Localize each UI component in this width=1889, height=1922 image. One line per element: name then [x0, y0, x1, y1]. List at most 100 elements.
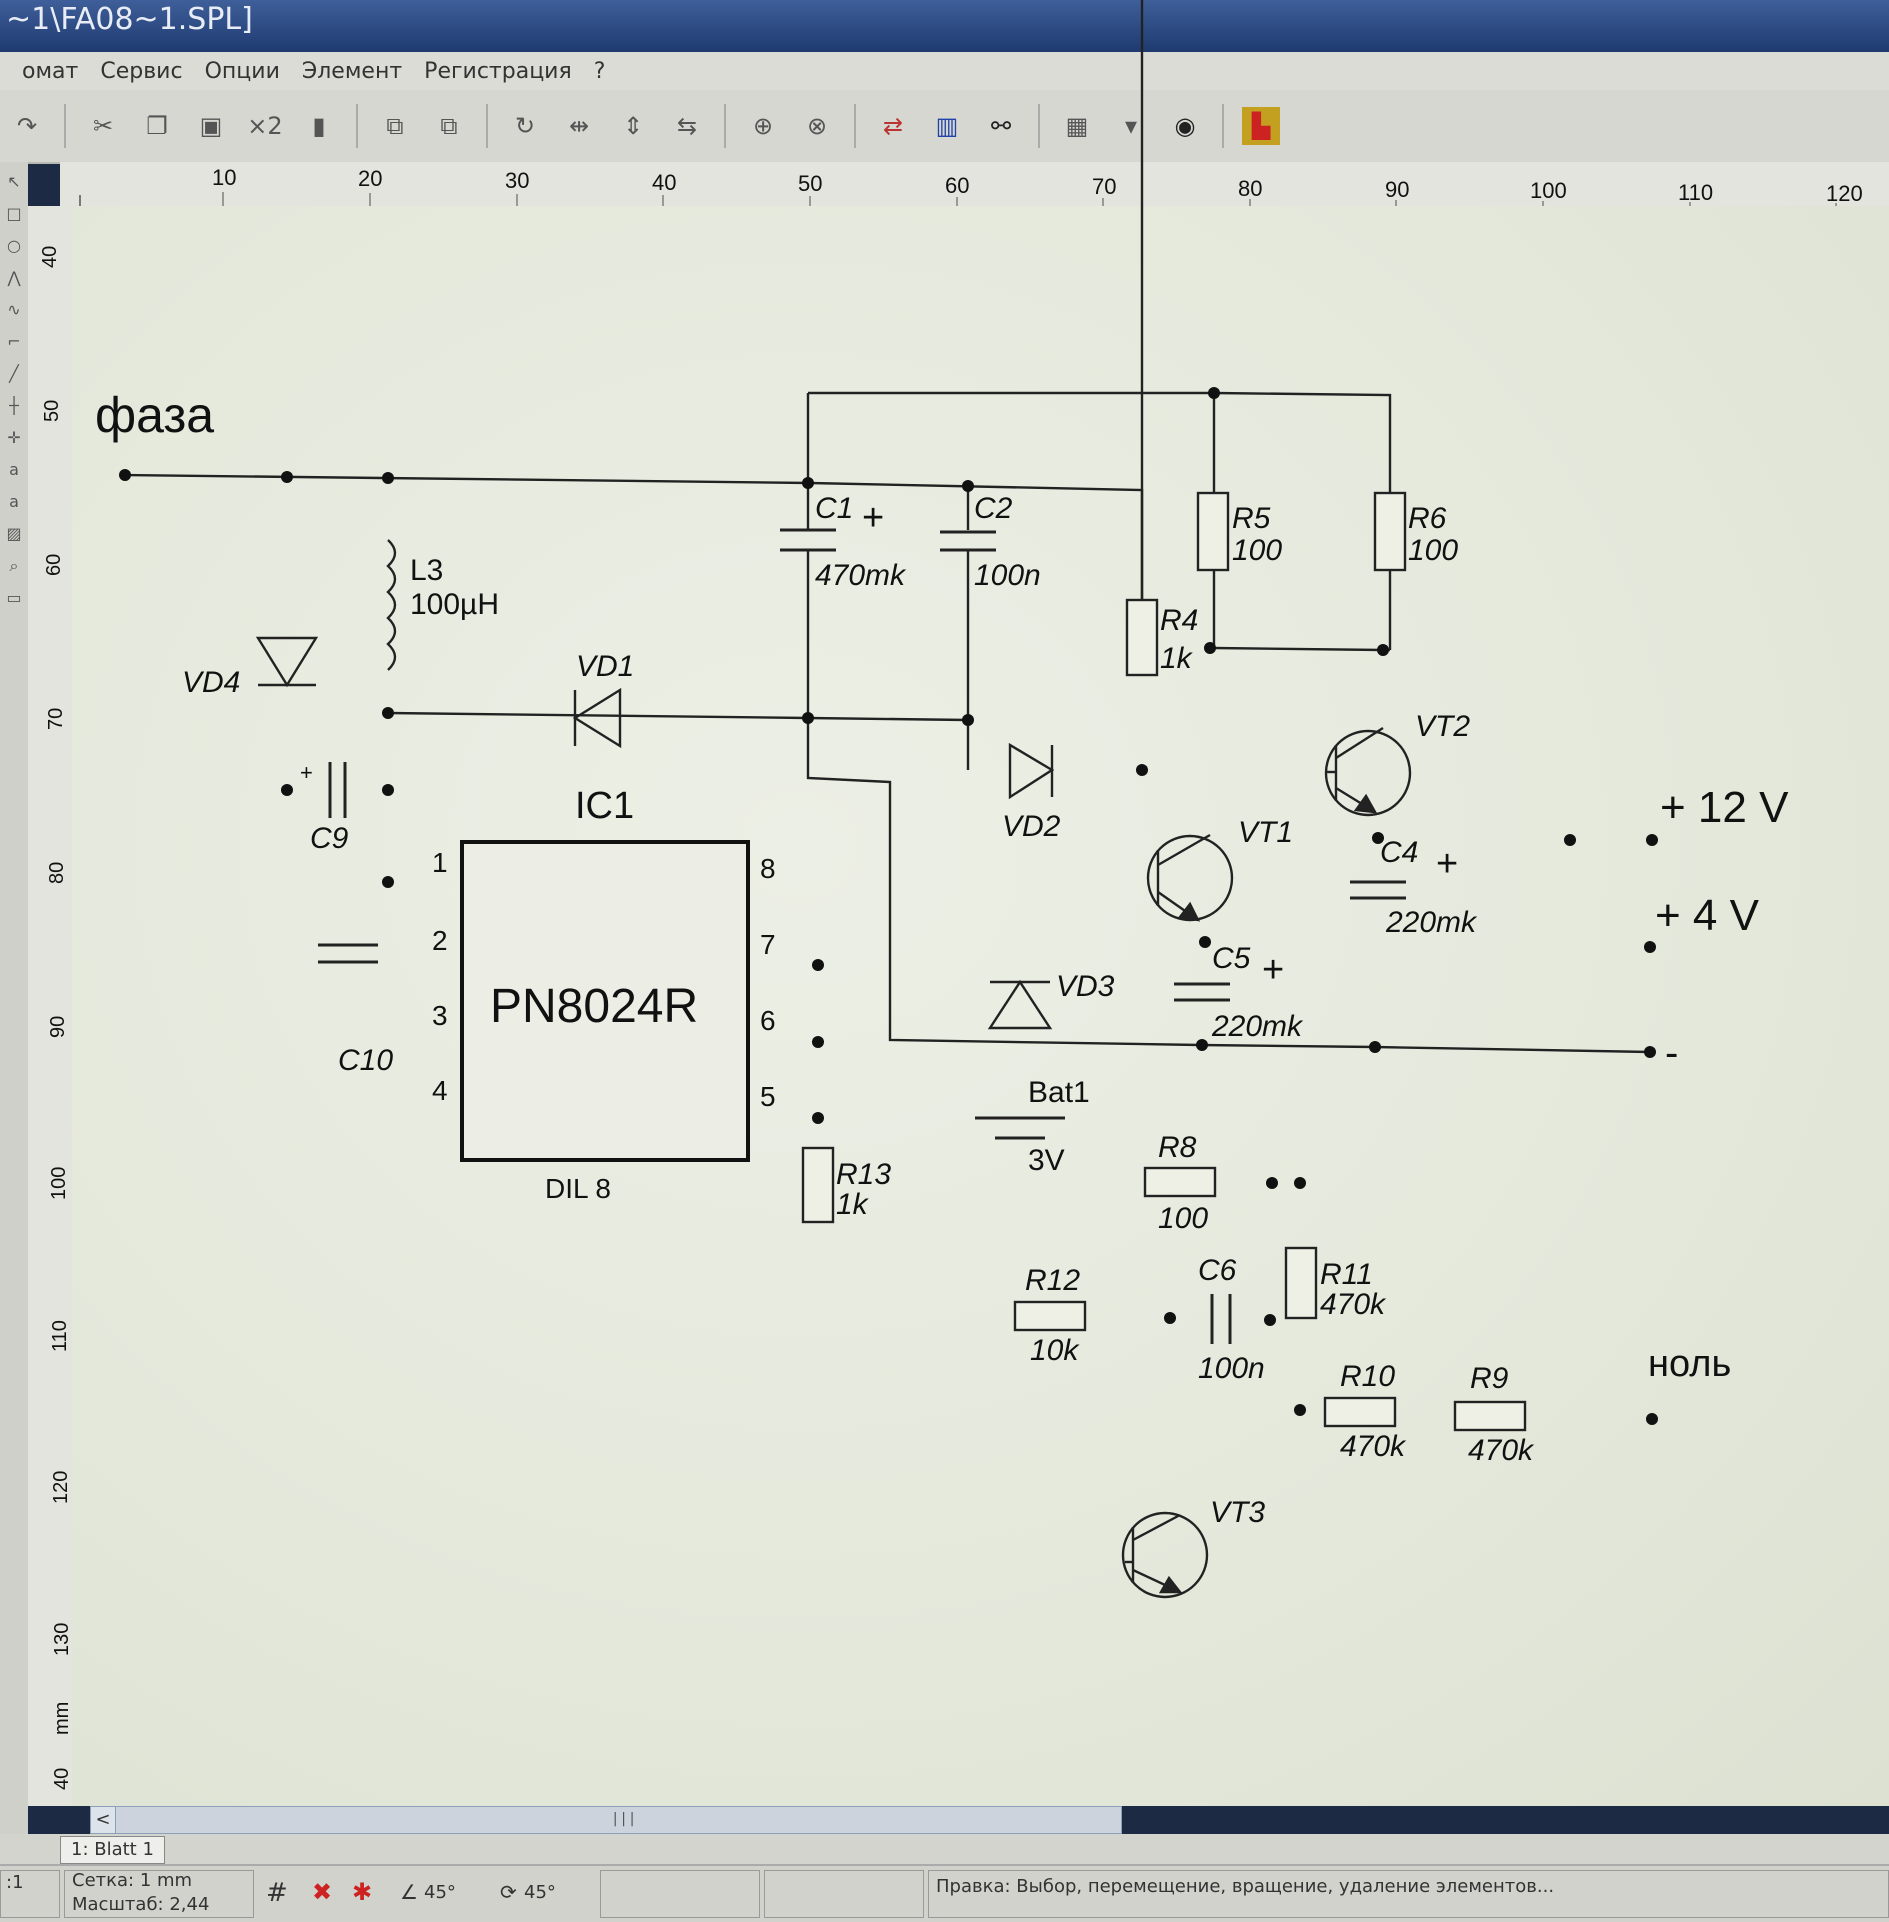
capacitor-c9[interactable]	[328, 762, 347, 818]
r11-value: 470k	[1320, 1288, 1387, 1321]
c1-value: 470mk	[815, 559, 907, 592]
inductor-l3[interactable]	[386, 539, 397, 671]
r4-ref: R4	[1160, 604, 1198, 637]
ruler-unit-label: mm	[51, 1702, 73, 1735]
transistor-vt3[interactable]	[1121, 1511, 1209, 1599]
diode-vd2[interactable]	[1008, 742, 1055, 800]
status-panel	[600, 1870, 760, 1918]
status-angle-2[interactable]: 45°	[524, 1882, 556, 1903]
transistor-vt2[interactable]	[1324, 726, 1412, 817]
rotate-angle-icon: ⟳	[500, 1880, 517, 1904]
status-panel	[764, 1870, 924, 1918]
capacitor-c10[interactable]	[318, 943, 378, 964]
r8-value: 100	[1158, 1202, 1208, 1235]
vt2-ref: VT2	[1415, 710, 1470, 743]
resistor-r11[interactable]	[1284, 1246, 1318, 1320]
c1-ref: C1	[815, 492, 853, 525]
tab-blatt-1[interactable]: 1: Blatt 1	[60, 1836, 165, 1864]
vd4-ref: VD4	[182, 666, 240, 699]
ruler-left-label: 110	[49, 1320, 71, 1352]
ic-pin-2: 2	[432, 925, 448, 956]
ruler-left-label: 90	[47, 1016, 69, 1038]
ruler-top-labels: 10 20 30 40 50 60 70 80 90 100 110 120	[212, 165, 1863, 206]
diode-vd4[interactable]	[255, 636, 319, 688]
horizontal-scrollbar[interactable]: < |||	[90, 1806, 1122, 1834]
resistor-r5[interactable]	[1196, 491, 1230, 572]
capacitor-c2[interactable]	[940, 530, 996, 552]
vd1-ref: VD1	[576, 650, 634, 683]
status-scale: :1	[6, 1872, 24, 1893]
ruler-left-label: 40	[39, 246, 61, 268]
ruler-left-label: 40	[51, 1768, 73, 1790]
r10-value: 470k	[1340, 1430, 1407, 1463]
c5-ref: C5	[1212, 942, 1251, 975]
r8-ref: R8	[1158, 1131, 1197, 1164]
resistor-r9[interactable]	[1453, 1400, 1527, 1432]
status-angle-1[interactable]: 45°	[424, 1882, 456, 1903]
transistor-vt1[interactable]	[1146, 833, 1234, 922]
ruler-top-label: 30	[505, 168, 529, 193]
r5-value: 100	[1232, 534, 1282, 567]
r11-ref: R11	[1320, 1258, 1373, 1291]
battery-bat1[interactable]	[975, 1116, 1065, 1140]
ruler-top-label: 40	[652, 170, 676, 195]
c4-value: 220mk	[1385, 906, 1478, 939]
ruler-top-label: 80	[1238, 176, 1262, 201]
ic-pin-5: 5	[760, 1081, 776, 1112]
resistor-r12[interactable]	[1013, 1300, 1087, 1332]
ruler-left-label: 70	[45, 708, 67, 730]
schematic-diagram: 10 20 30 40 50 60 70 80 90 100 110 120 4…	[39, 0, 1863, 1790]
resistor-r13[interactable]	[801, 1146, 835, 1224]
snap-toggle-icon[interactable]: ✖	[312, 1878, 332, 1906]
resistor-r8[interactable]	[1143, 1166, 1217, 1198]
sheet-tab-bar: 1: Blatt 1	[0, 1834, 1889, 1864]
r13-value: 1k	[836, 1188, 870, 1221]
c6-ref: C6	[1198, 1254, 1237, 1287]
grid-toggle-icon[interactable]: #	[266, 1878, 288, 1908]
c9-polarity: +	[300, 760, 313, 785]
resistor-r10[interactable]	[1323, 1396, 1397, 1428]
magnet-toggle-icon[interactable]: ✱	[352, 1878, 372, 1906]
ruler-left-label: 100	[48, 1167, 70, 1200]
ruler-left-label: 120	[50, 1471, 72, 1504]
r9-value: 470k	[1468, 1434, 1535, 1467]
capacitor-c4[interactable]	[1350, 880, 1406, 900]
ruler-left-label: 80	[46, 862, 68, 884]
c1-polarity: +	[862, 497, 884, 539]
ic-pin-6: 6	[760, 1005, 776, 1036]
ruler-left-label: 130	[51, 1623, 73, 1656]
capacitor-c1[interactable]	[780, 528, 836, 552]
r4-value: 1k	[1160, 642, 1194, 675]
ruler-left-label: 50	[41, 400, 63, 422]
resistor-r4[interactable]	[1125, 598, 1159, 677]
ic-pin-3: 3	[432, 1000, 448, 1031]
ic-part-label: PN8024R	[490, 980, 698, 1033]
capacitor-c5[interactable]	[1174, 982, 1230, 1002]
resistor-r6[interactable]	[1373, 491, 1407, 572]
r5-ref: R5	[1232, 502, 1271, 535]
c9-ref: C9	[310, 822, 349, 855]
diode-vd3[interactable]	[987, 979, 1053, 1030]
c4-polarity: +	[1436, 843, 1458, 885]
ruler-left-labels: 40 50 60 70 80 90 100 110 120 130 40 mm	[39, 246, 73, 1790]
angle-icon: ∠	[400, 1880, 418, 1904]
status-grid: Сетка: 1 mm	[72, 1870, 193, 1891]
ic-pin-4: 4	[432, 1075, 448, 1106]
ic-package-label: DIL 8	[545, 1173, 611, 1204]
ruler-top-label: 10	[212, 165, 236, 190]
c2-value: 100n	[974, 559, 1041, 592]
l3-ref: L3	[410, 554, 443, 587]
c4-ref: C4	[1380, 836, 1418, 869]
output-4v-label: + 4 V	[1655, 891, 1760, 940]
c5-value: 220mk	[1211, 1010, 1304, 1043]
scroll-left-icon[interactable]: <	[91, 1807, 116, 1833]
capacitor-c6[interactable]	[1210, 1294, 1232, 1344]
output-minus-label: -	[1665, 1031, 1678, 1075]
diode-vd1[interactable]	[572, 687, 622, 749]
l3-value: 100µH	[410, 588, 499, 621]
bat1-ref: Bat1	[1028, 1076, 1090, 1109]
status-zoom: Масштаб: 2,44	[72, 1894, 210, 1915]
ic-ref-label: IC1	[575, 785, 634, 827]
r12-ref: R12	[1025, 1264, 1080, 1297]
ic-pin-7: 7	[760, 929, 776, 960]
